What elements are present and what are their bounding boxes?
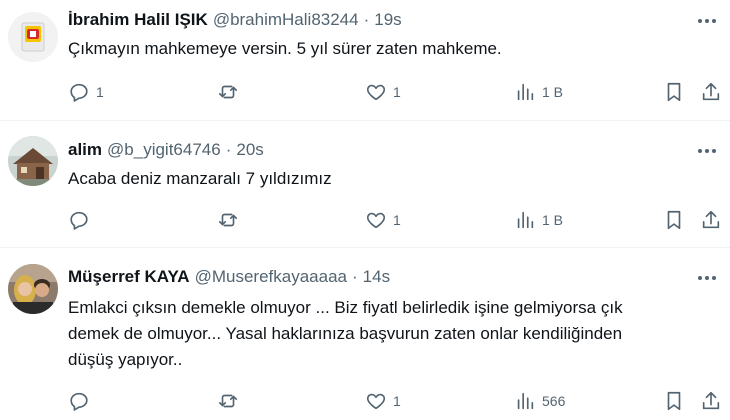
reply-icon <box>70 392 88 411</box>
share-icon <box>702 82 720 101</box>
more-dot <box>712 149 716 153</box>
more-dot <box>712 276 716 280</box>
share-button[interactable] <box>700 207 722 233</box>
like-count: 1 <box>393 212 401 228</box>
cabin-photo-icon <box>8 136 58 186</box>
share-icon <box>702 210 720 229</box>
reply-icon <box>70 83 88 102</box>
more-options-button[interactable] <box>696 140 718 162</box>
like-count: 1 <box>393 393 401 409</box>
share-button[interactable] <box>700 79 722 105</box>
heart-icon <box>366 393 386 410</box>
tweet-text-line: Çıkmayın mahkemeye versin. 5 yıl sürer z… <box>68 39 502 58</box>
bookmark-icon <box>667 391 681 411</box>
views-button[interactable]: 566 <box>514 388 565 414</box>
separator-dot: · <box>225 140 232 159</box>
tweet[interactable]: İbrahim Halil IŞIK @brahimHali83244 · 19… <box>0 0 730 121</box>
bookmark-button[interactable] <box>663 79 685 105</box>
bookmark-button[interactable] <box>663 207 685 233</box>
tweet-text: Çıkmayın mahkemeye versin. 5 yıl sürer z… <box>68 36 718 62</box>
more-dot <box>705 19 709 23</box>
more-options-button[interactable] <box>696 10 718 32</box>
avatar[interactable] <box>8 264 58 314</box>
author-name[interactable]: İbrahim Halil IŞIK <box>68 10 208 30</box>
retweet-button[interactable] <box>217 207 245 233</box>
more-dot <box>705 149 709 153</box>
views-chart-icon <box>517 83 534 101</box>
tweet-text: Acaba deniz manzaralı 7 yıldızımız <box>68 166 718 192</box>
more-dot <box>698 149 702 153</box>
action-bar: 1 566 <box>68 388 722 414</box>
tweet-text-line: Acaba deniz manzaralı 7 yıldızımız <box>68 169 332 188</box>
reply-count: 1 <box>96 84 104 100</box>
author-handle[interactable]: @brahimHali83244 <box>213 10 359 30</box>
like-button[interactable]: 1 <box>365 79 401 105</box>
tweet[interactable]: Müşerref KAYA @Muserefkayaaaaa · 14s Eml… <box>0 249 730 420</box>
separator-dot: · <box>351 267 358 286</box>
more-dot <box>698 276 702 280</box>
reply-button[interactable] <box>68 388 96 414</box>
avatar[interactable] <box>8 136 58 186</box>
like-button[interactable]: 1 <box>365 207 401 233</box>
views-button[interactable]: 1 B <box>514 207 563 233</box>
retweet-icon <box>218 394 238 408</box>
more-dot <box>712 19 716 23</box>
timestamp[interactable]: 14s <box>363 267 390 287</box>
tweet-text: Emlakci çıksın demekle olmuyor ... Biz f… <box>68 295 718 373</box>
share-icon <box>702 391 720 410</box>
more-options-button[interactable] <box>696 267 718 289</box>
views-count: 1 B <box>542 212 564 228</box>
tweet-text-line: demek de olmuyor... Yasal haklarınıza ba… <box>68 324 623 343</box>
heart-icon <box>366 84 386 101</box>
action-bar: 1 1 B <box>68 207 722 233</box>
bookmark-icon <box>667 210 681 230</box>
retweet-button[interactable] <box>217 79 245 105</box>
retweet-icon <box>218 85 238 99</box>
more-dot <box>705 276 709 280</box>
tweet-text-line: düşüş yapıyor.. <box>68 350 183 369</box>
bookmark-icon <box>667 82 681 102</box>
electrical-switch-icon <box>8 12 58 62</box>
author-name[interactable]: Müşerref KAYA <box>68 267 190 287</box>
like-button[interactable]: 1 <box>365 388 401 414</box>
separator-dot: · <box>363 10 370 29</box>
more-dot <box>698 19 702 23</box>
couple-photo-icon <box>8 264 58 314</box>
reply-button[interactable] <box>68 207 96 233</box>
retweet-button[interactable] <box>217 388 245 414</box>
share-button[interactable] <box>700 388 722 414</box>
views-chart-icon <box>517 211 534 229</box>
author-handle[interactable]: @b_yigit64746 <box>107 140 221 160</box>
views-count: 566 <box>542 393 566 409</box>
views-count: 1 B <box>542 84 564 100</box>
timestamp[interactable]: 20s <box>236 140 263 160</box>
like-count: 1 <box>393 84 401 100</box>
bookmark-button[interactable] <box>663 388 685 414</box>
action-bar: 1 1 1 B <box>68 79 722 105</box>
views-button[interactable]: 1 B <box>514 79 563 105</box>
views-chart-icon <box>517 392 534 410</box>
tweet-text-line: Emlakci çıksın demekle olmuyor ... Biz f… <box>68 298 623 317</box>
timestamp[interactable]: 19s <box>374 10 401 30</box>
reply-icon <box>70 211 88 230</box>
reply-button[interactable]: 1 <box>68 79 104 105</box>
tweet[interactable]: alim @b_yigit64746 · 20s Acaba deniz man… <box>0 122 730 248</box>
avatar[interactable] <box>8 12 58 62</box>
author-handle[interactable]: @Muserefkayaaaaa <box>195 267 347 287</box>
author-name[interactable]: alim <box>68 140 102 160</box>
retweet-icon <box>218 213 238 227</box>
heart-icon <box>366 212 386 229</box>
